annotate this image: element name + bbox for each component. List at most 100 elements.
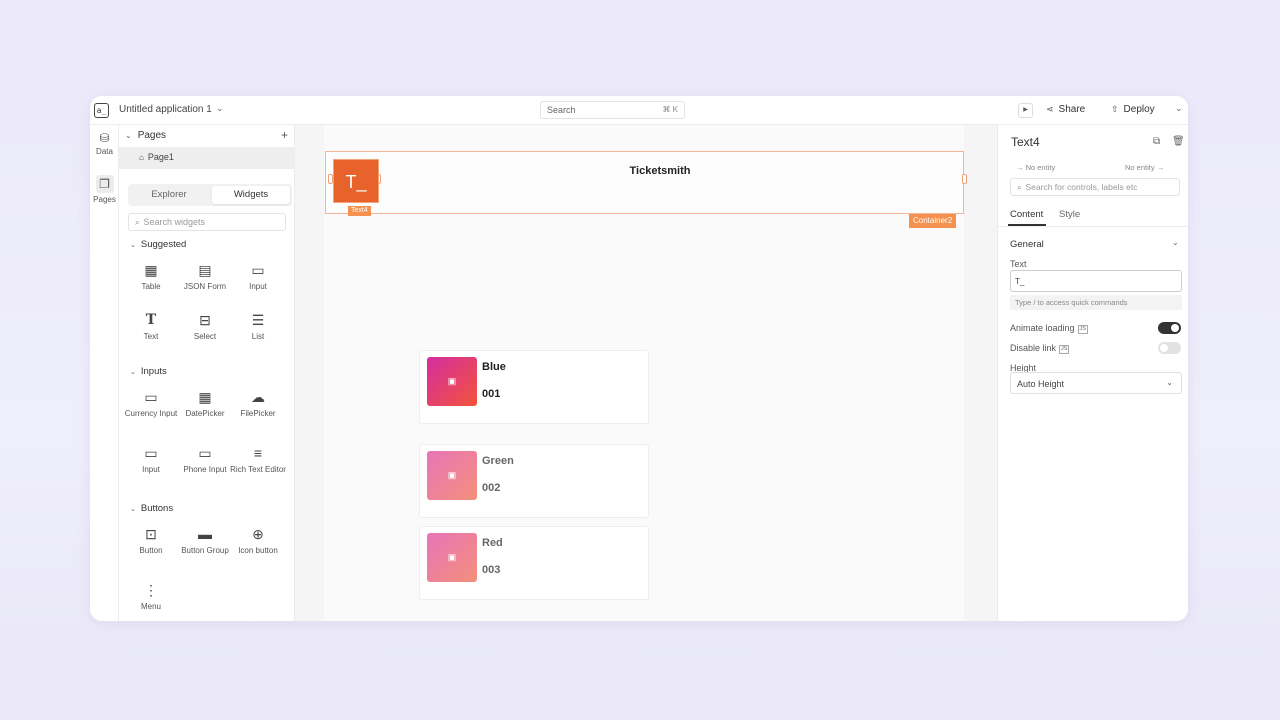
global-search[interactable]: Search ⌘ K xyxy=(540,101,685,119)
chevron-down-icon: ⌄ xyxy=(130,369,136,376)
widget-json-form[interactable]: ▤ JSON Form xyxy=(175,261,235,293)
widget-table[interactable]: ▦ Table xyxy=(121,261,181,293)
widget-name[interactable]: Text4 xyxy=(1011,135,1040,149)
home-icon: ⌂ xyxy=(139,153,144,162)
disable-link-label: Disable link JS xyxy=(1010,343,1070,354)
copy-icon[interactable]: ⧉ xyxy=(1153,136,1160,147)
tab-style[interactable]: Style xyxy=(1059,209,1080,220)
toggle-knob xyxy=(1160,344,1168,352)
widget-currency-input[interactable]: ▭ Currency Input xyxy=(121,388,181,420)
animate-loading-label: Animate loading JS xyxy=(1010,323,1088,334)
widget-button-group[interactable]: ▬ Button Group xyxy=(175,525,235,557)
rail-item-data[interactable]: ⛁ Data xyxy=(90,131,119,156)
height-select-value: Auto Height xyxy=(1017,379,1065,389)
container2-tag[interactable]: Container2 xyxy=(909,214,957,228)
entity-right[interactable]: No entity → xyxy=(1125,163,1164,172)
app-logo[interactable]: a_ xyxy=(94,103,109,118)
disable-link-toggle[interactable] xyxy=(1158,342,1181,354)
widget-select[interactable]: ⊟ Select xyxy=(175,311,235,343)
deploy-chevron-down-icon[interactable]: ⌄ xyxy=(1175,103,1183,114)
widget-label: Button Group xyxy=(181,546,229,555)
widget-phone-input[interactable]: ▭ Phone Input xyxy=(175,444,235,476)
widget-list[interactable]: ☰ List xyxy=(228,311,288,343)
deploy-button[interactable]: ⇧ Deploy xyxy=(1111,104,1155,115)
chevron-down-icon: ⌄ xyxy=(1166,378,1173,387)
json-form-icon: ▤ xyxy=(198,262,212,278)
tab-widgets[interactable]: Widgets xyxy=(212,186,290,204)
rail-item-pages[interactable]: ❐ Pages xyxy=(90,175,119,204)
kebab-menu-icon: ⋮ xyxy=(144,582,158,598)
phone-input-icon: ▭ xyxy=(198,445,212,461)
input-icon: ▭ xyxy=(144,445,158,461)
image-placeholder-icon: ▣ xyxy=(427,357,477,406)
widget-input[interactable]: ▭ Input xyxy=(228,261,288,293)
database-icon: ⛁ xyxy=(99,131,110,145)
pages-header[interactable]: ⌄ Pages xyxy=(125,130,166,141)
entity-left[interactable]: → No entity xyxy=(1016,163,1055,172)
page-item-page1[interactable]: ⌂ Page1 xyxy=(119,147,295,169)
play-icon: ▶ xyxy=(1023,107,1028,113)
inputs-section-header[interactable]: ⌄ Inputs xyxy=(130,366,167,377)
js-toggle-badge[interactable]: JS xyxy=(1059,345,1070,354)
trash-icon[interactable]: 🗑 xyxy=(1172,136,1185,147)
text4-widget[interactable]: T_ xyxy=(333,159,379,203)
card-name: Red xyxy=(482,537,503,549)
widget-label: Text xyxy=(143,332,159,341)
widget-filepicker[interactable]: ☁ FilePicker xyxy=(228,388,288,420)
rail-label-data: Data xyxy=(96,147,113,156)
text-property-input[interactable]: T_ xyxy=(1010,270,1182,292)
app-title[interactable]: Untitled application 1 xyxy=(119,104,212,115)
tab-content[interactable]: Content xyxy=(1010,209,1043,220)
buttons-section-header[interactable]: ⌄ Buttons xyxy=(130,503,173,514)
animate-loading-text: Animate loading xyxy=(1010,323,1075,333)
chevron-down-icon: ⌄ xyxy=(130,242,136,249)
widget-text[interactable]: T Text xyxy=(121,311,181,343)
card-number: 001 xyxy=(482,388,501,400)
currency-input-icon: ▭ xyxy=(144,389,158,405)
height-select[interactable]: Auto Height ⌄ xyxy=(1010,372,1182,394)
search-icon: ⌕ xyxy=(135,218,140,227)
widget-icon-button[interactable]: ⊕ Icon button xyxy=(228,525,288,557)
preview-play-button[interactable]: ▶ xyxy=(1018,103,1033,118)
app-window: a_ Untitled application 1 ⌄ Search ⌘ K ▶… xyxy=(90,96,1188,621)
animate-loading-toggle[interactable] xyxy=(1158,322,1181,334)
widgets-panel: ⌄ Pages + ⌂ Page1 Explorer Widgets ⌕ Search… xyxy=(119,125,295,621)
table-icon: ▦ xyxy=(144,262,158,278)
chevron-down-icon[interactable]: ⌄ xyxy=(216,103,224,114)
chevron-down-icon[interactable]: ⌄ xyxy=(1172,238,1179,247)
plus-circle-icon: ⊕ xyxy=(252,526,264,542)
list-item[interactable]: ▣ Blue 001 xyxy=(419,350,649,424)
widget-menu[interactable]: ⋮ Menu xyxy=(121,581,181,613)
ticketsmith-title[interactable]: Ticketsmith xyxy=(625,165,695,177)
select-icon: ⊟ xyxy=(199,312,211,328)
top-bar: a_ Untitled application 1 ⌄ Search ⌘ K ▶… xyxy=(90,96,1188,125)
card-number: 002 xyxy=(482,482,501,494)
list-icon: ☰ xyxy=(251,312,265,328)
card-number: 003 xyxy=(482,564,501,576)
image-placeholder-icon: ▣ xyxy=(427,533,477,582)
container-resize-handle[interactable] xyxy=(962,174,967,184)
pages-icon: ❐ xyxy=(95,175,114,193)
editor-canvas[interactable]: Container2 T_ Text4 Ticketsmith ▣ Blue 0… xyxy=(295,125,997,621)
general-section-header[interactable]: General xyxy=(1010,239,1044,250)
property-search-input[interactable]: ⌕ Search for controls, labels etc xyxy=(1010,178,1180,196)
widget-rich-text-editor[interactable]: ≡ Rich Text Editor xyxy=(228,444,288,476)
toggle-knob xyxy=(1171,324,1179,332)
tab-explorer[interactable]: Explorer xyxy=(130,186,208,204)
property-pane: Text4 ⧉ 🗑 → No entity No entity → ⌕ Searc… xyxy=(997,125,1188,621)
suggested-header-label: Suggested xyxy=(140,239,187,250)
button-group-icon: ▬ xyxy=(198,526,212,542)
list-item[interactable]: ▣ Red 003 xyxy=(419,526,649,600)
widget-button[interactable]: ⊡ Button xyxy=(121,525,181,557)
container2-widget[interactable] xyxy=(325,151,964,214)
add-page-icon[interactable]: + xyxy=(281,128,288,142)
widget-search-input[interactable]: ⌕ Search widgets xyxy=(128,213,286,231)
text4-tag[interactable]: Text4 xyxy=(348,206,371,216)
inputs-header-label: Inputs xyxy=(140,366,167,377)
js-toggle-badge[interactable]: JS xyxy=(1077,325,1088,334)
suggested-section-header[interactable]: ⌄ Suggested xyxy=(130,239,186,250)
share-button[interactable]: ⋖ Share xyxy=(1046,104,1085,115)
list-item[interactable]: ▣ Green 002 xyxy=(419,444,649,518)
widget-input-2[interactable]: ▭ Input xyxy=(121,444,181,476)
widget-datepicker[interactable]: ▦ DatePicker xyxy=(175,388,235,420)
